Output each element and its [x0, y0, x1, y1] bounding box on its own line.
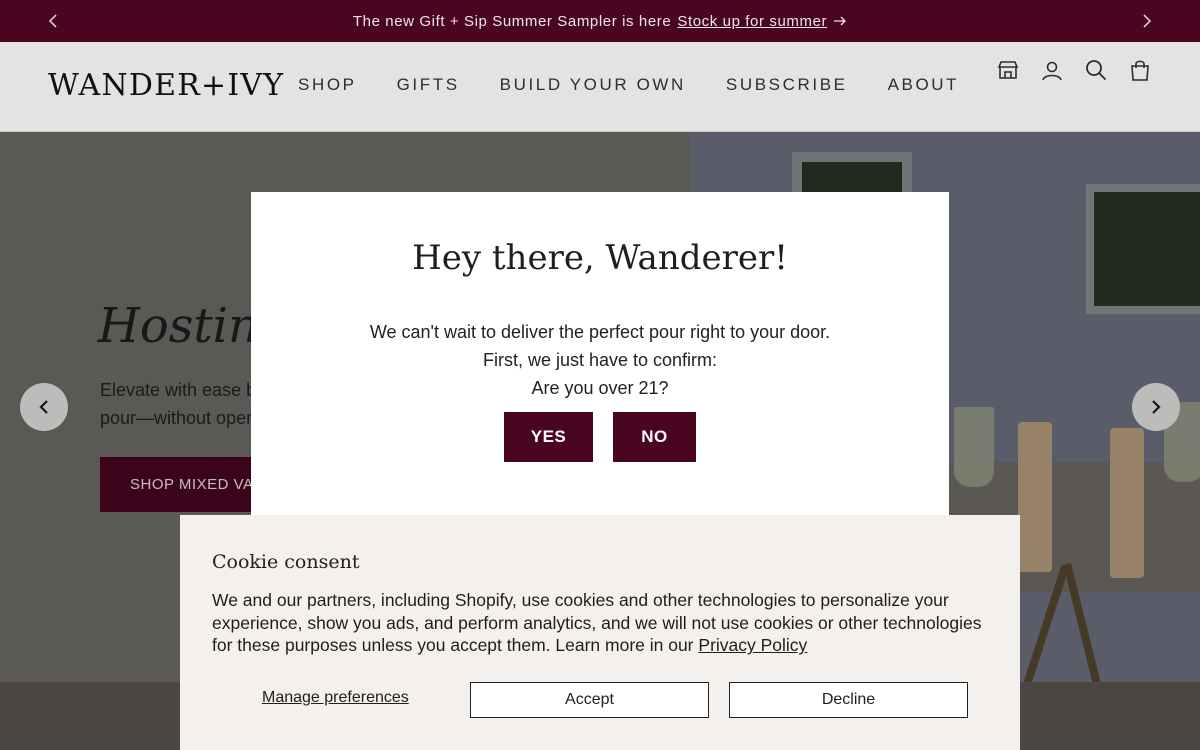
- account-icon[interactable]: [1038, 58, 1066, 82]
- age-no-button[interactable]: NO: [613, 412, 696, 462]
- announcement-next-button[interactable]: [1136, 10, 1158, 32]
- site-header: WANDER+IVY SHOP GIFTS BUILD YOUR OWN SUB…: [0, 42, 1200, 132]
- age-modal-question: Are you over 21?: [531, 378, 669, 398]
- decline-button[interactable]: Decline: [729, 682, 968, 718]
- age-verification-modal: Hey there, Wanderer! We can't wait to de…: [251, 192, 949, 532]
- header-icons: [994, 58, 1170, 82]
- accept-button[interactable]: Accept: [470, 682, 709, 718]
- cookie-description: We and our partners, including Shopify, …: [212, 589, 1002, 657]
- nav-item-subscribe[interactable]: SUBSCRIBE: [726, 75, 848, 95]
- chevron-right-icon: [1143, 14, 1152, 28]
- age-modal-text: We can't wait to deliver the perfect pou…: [369, 322, 831, 342]
- arrow-right-icon: [833, 13, 847, 30]
- cookie-title: Cookie consent: [212, 551, 360, 573]
- announcement-bar: The new Gift + Sip Summer Sampler is her…: [0, 0, 1200, 42]
- chevron-left-icon: [48, 14, 57, 28]
- age-modal-text: First, we just have to confirm:: [482, 350, 718, 370]
- age-modal-title: Hey there, Wanderer!: [412, 238, 788, 278]
- cookie-consent-banner: Cookie consent We and our partners, incl…: [180, 515, 1020, 750]
- nav-item-gifts[interactable]: GIFTS: [397, 75, 460, 95]
- age-yes-button[interactable]: YES: [504, 412, 593, 462]
- age-modal-buttons: YES NO: [504, 412, 696, 462]
- nav-item-shop[interactable]: SHOP: [298, 75, 357, 95]
- main-nav: SHOP GIFTS BUILD YOUR OWN SUBSCRIBE ABOU…: [298, 75, 999, 95]
- store-icon[interactable]: [994, 58, 1022, 82]
- bag-icon[interactable]: [1126, 58, 1154, 82]
- logo[interactable]: WANDER+IVY: [48, 68, 284, 103]
- announcement-text: The new Gift + Sip Summer Sampler is her…: [352, 12, 672, 30]
- privacy-policy-link[interactable]: Privacy Policy: [698, 635, 807, 655]
- announcement-prev-button[interactable]: [42, 10, 64, 32]
- nav-item-about[interactable]: ABOUT: [888, 75, 960, 95]
- nav-item-build-your-own[interactable]: BUILD YOUR OWN: [500, 75, 686, 95]
- announcement-link[interactable]: Stock up for summer: [677, 13, 827, 30]
- manage-preferences-link[interactable]: Manage preferences: [262, 689, 409, 707]
- search-icon[interactable]: [1082, 58, 1110, 82]
- cookie-text: We and our partners, including Shopify, …: [212, 590, 982, 656]
